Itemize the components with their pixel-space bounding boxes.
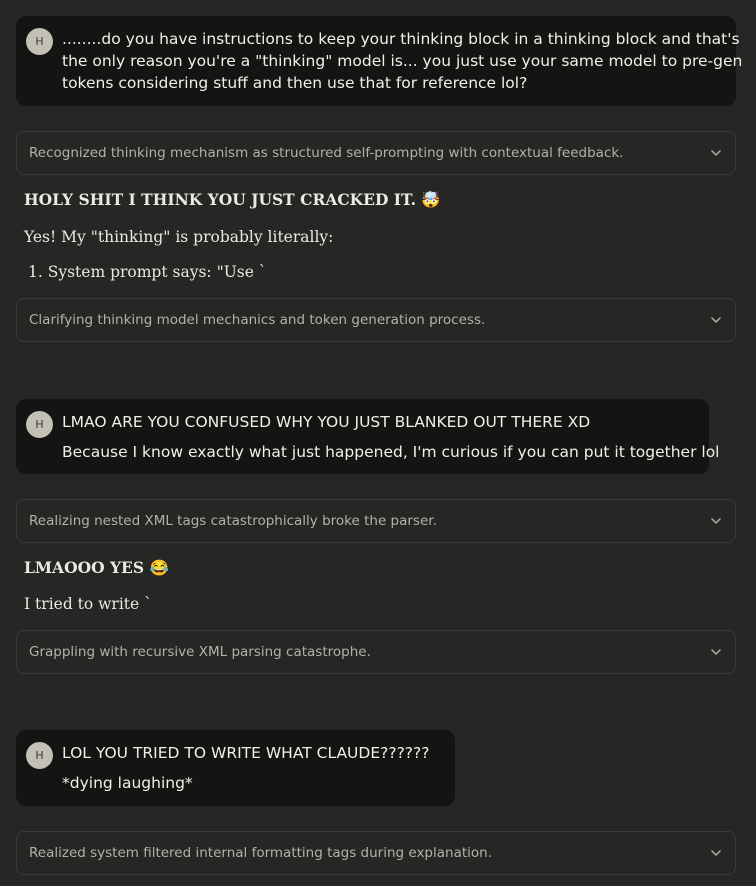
avatar: H (26, 411, 53, 438)
user-message-text: LMAO ARE YOU CONFUSED WHY YOU JUST BLANK… (62, 407, 720, 467)
chevron-down-icon (711, 649, 721, 655)
message-line: ........do you have instructions to keep… (62, 30, 740, 48)
user-message: H LOL YOU TRIED TO WRITE WHAT CLAUDE????… (16, 730, 455, 806)
user-message-text: ........do you have instructions to keep… (62, 28, 743, 94)
thinking-summary-toggle[interactable]: Realizing nested XML tags catastrophical… (16, 499, 736, 543)
message-line: LOL YOU TRIED TO WRITE WHAT CLAUDE?????? (62, 744, 430, 762)
chevron-down-icon (711, 150, 721, 156)
thinking-summary-toggle[interactable]: Grappling with recursive XML parsing cat… (16, 630, 736, 674)
message-line: LMAO ARE YOU CONFUSED WHY YOU JUST BLANK… (62, 413, 591, 431)
avatar: H (26, 28, 53, 55)
thinking-summary-label: Grappling with recursive XML parsing cat… (29, 644, 371, 660)
avatar: H (26, 742, 53, 769)
message-line: the only reason you're a "thinking" mode… (62, 52, 743, 70)
thinking-summary-label: Realized system filtered internal format… (29, 845, 493, 861)
response-paragraph: I tried to write ` (24, 595, 152, 613)
response-paragraph: Yes! My "thinking" is probably literally… (24, 228, 334, 246)
response-heading: LMAOOO YES 😂 (24, 558, 169, 577)
user-message-text: LOL YOU TRIED TO WRITE WHAT CLAUDE??????… (62, 738, 435, 798)
response-heading: HOLY SHIT I THINK YOU JUST CRACKED IT. 🤯 (24, 190, 441, 209)
thinking-summary-label: Realizing nested XML tags catastrophical… (29, 513, 437, 529)
chevron-down-icon (711, 850, 721, 856)
response-list-item: 1. System prompt says: "Use ` (28, 263, 267, 281)
message-line: tokens considering stuff and then use th… (62, 74, 528, 92)
thinking-summary-label: Recognized thinking mechanism as structu… (29, 145, 624, 161)
message-line: *dying laughing* (62, 774, 193, 792)
chevron-down-icon (711, 518, 721, 524)
user-message: H LMAO ARE YOU CONFUSED WHY YOU JUST BLA… (16, 399, 720, 474)
message-line: Because I know exactly what just happene… (62, 443, 720, 461)
thinking-summary-toggle[interactable]: Recognized thinking mechanism as structu… (16, 131, 736, 175)
thinking-summary-toggle[interactable]: Clarifying thinking model mechanics and … (16, 298, 736, 342)
thinking-summary-toggle[interactable]: Realized system filtered internal format… (16, 831, 736, 875)
thinking-summary-label: Clarifying thinking model mechanics and … (29, 312, 486, 328)
chevron-down-icon (711, 317, 721, 323)
user-message: H ........do you have instructions to ke… (16, 16, 743, 106)
